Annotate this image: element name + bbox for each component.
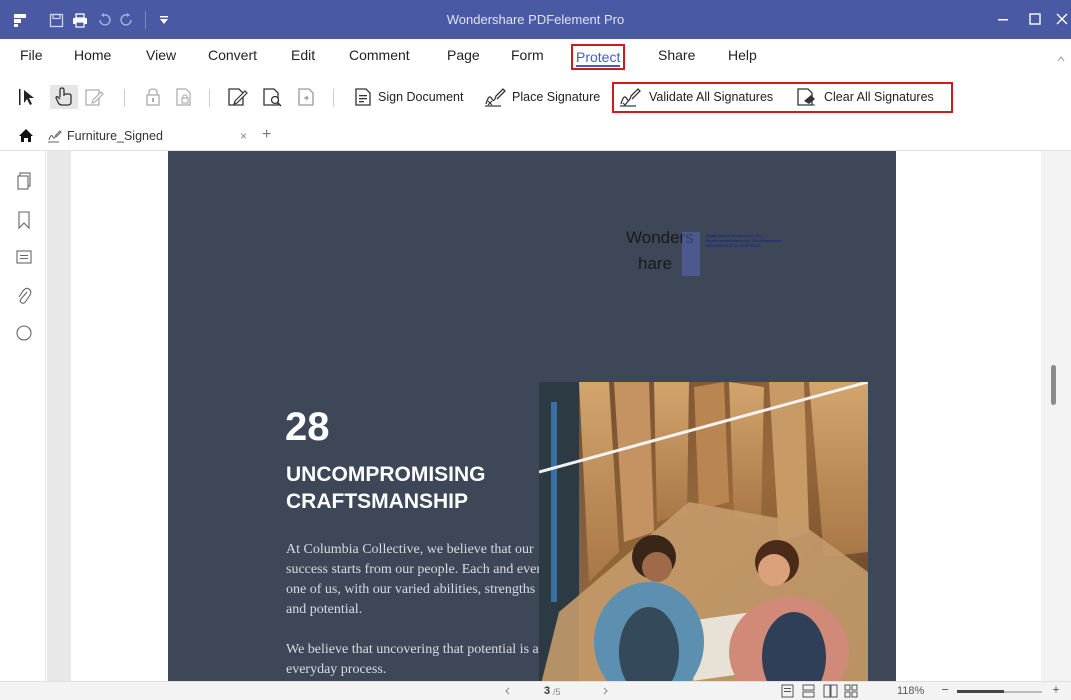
comments-panel-icon[interactable] bbox=[14, 248, 34, 268]
two-page-view-icon[interactable] bbox=[823, 684, 838, 700]
menu-protect[interactable]: Protect bbox=[571, 44, 626, 70]
menu-share[interactable]: Share bbox=[658, 47, 695, 63]
validate-signature-icon bbox=[620, 88, 641, 107]
document-tab-bar: Furniture_Signed × + bbox=[0, 121, 1071, 151]
toolbar-separator bbox=[209, 89, 210, 107]
close-window-icon[interactable] bbox=[1053, 8, 1071, 30]
pdfelement-window: Wondershare PDFelement Pro File Home Vie… bbox=[0, 0, 1071, 700]
pdf-page: Wonders hare Digital Signed Wondershare … bbox=[71, 151, 1042, 681]
sign-document-button[interactable]: Sign Document bbox=[353, 85, 463, 109]
attachment-icon[interactable] bbox=[14, 286, 34, 306]
menu-edit[interactable]: Edit bbox=[291, 47, 315, 63]
sign-document-icon bbox=[355, 88, 371, 106]
home-icon[interactable] bbox=[18, 128, 34, 148]
zoom-in-icon[interactable] bbox=[1052, 683, 1060, 698]
select-tool-icon[interactable] bbox=[18, 85, 40, 109]
collapse-ribbon-icon[interactable] bbox=[1057, 54, 1065, 65]
tab-close-icon[interactable]: × bbox=[240, 129, 247, 143]
document-viewer: Wonders hare Digital Signed Wondershare … bbox=[47, 151, 1071, 681]
search-panel-icon[interactable] bbox=[14, 323, 34, 343]
apply-redaction-icon[interactable] bbox=[297, 85, 319, 109]
sign-edit-icon[interactable] bbox=[227, 85, 249, 109]
zoom-out-icon[interactable] bbox=[941, 683, 949, 698]
place-signature-button[interactable]: Place Signature bbox=[483, 85, 600, 109]
toolbar-separator bbox=[333, 89, 334, 107]
validate-all-signatures-button[interactable]: Validate All Signatures bbox=[618, 85, 773, 109]
menu-convert[interactable]: Convert bbox=[208, 47, 257, 63]
new-tab-icon[interactable]: + bbox=[262, 126, 271, 144]
menu-home[interactable]: Home bbox=[74, 47, 111, 63]
single-page-view-icon[interactable] bbox=[781, 684, 794, 700]
signed-document-icon bbox=[48, 130, 62, 143]
signature-stamp-mark bbox=[682, 232, 700, 276]
search-redact-icon[interactable] bbox=[262, 85, 284, 109]
sign-document-label: Sign Document bbox=[378, 90, 464, 104]
total-pages: /5 bbox=[553, 687, 561, 697]
zoom-level[interactable]: 118% bbox=[897, 685, 924, 697]
current-page[interactable]: 3 bbox=[544, 685, 550, 697]
workshop-photo bbox=[539, 382, 868, 681]
prev-page-icon[interactable] bbox=[505, 687, 510, 697]
maximize-icon[interactable] bbox=[1023, 8, 1047, 30]
tab-label: Furniture_Signed bbox=[67, 129, 163, 143]
signature-name-line2: hare bbox=[638, 254, 673, 273]
clear-all-signatures-button[interactable]: Clear All Signatures bbox=[795, 85, 934, 109]
menu-view[interactable]: View bbox=[146, 47, 176, 63]
clear-signature-icon bbox=[797, 88, 815, 106]
edit-tool-icon[interactable] bbox=[84, 85, 104, 109]
paragraph-1: At Columbia Collective, we believe that … bbox=[286, 542, 549, 617]
bookmark-icon[interactable] bbox=[14, 210, 34, 230]
title-bar: Wondershare PDFelement Pro bbox=[0, 0, 1071, 39]
minimize-icon[interactable] bbox=[991, 8, 1015, 30]
menu-form[interactable]: Form bbox=[511, 47, 544, 63]
clear-all-signatures-label: Clear All Signatures bbox=[824, 90, 934, 104]
tab-furniture-signed[interactable]: Furniture_Signed bbox=[47, 121, 260, 151]
permission-icon[interactable] bbox=[174, 85, 194, 109]
menu-protect-label: Protect bbox=[576, 49, 621, 67]
menu-page[interactable]: Page bbox=[447, 47, 480, 63]
signature-details: Digital Signed Wondershare (PL) Email@wo… bbox=[706, 234, 783, 248]
menu-file[interactable]: File bbox=[20, 47, 43, 63]
zoom-slider-fill bbox=[957, 690, 1004, 693]
scrollbar-thumb[interactable] bbox=[1051, 365, 1056, 405]
place-signature-icon bbox=[485, 88, 506, 107]
status-bar: 3 /5 118% bbox=[0, 681, 1071, 700]
left-sidebar bbox=[0, 151, 53, 700]
hand-tool-icon[interactable] bbox=[50, 85, 78, 109]
window-title: Wondershare PDFelement Pro bbox=[446, 12, 625, 27]
toolbar-separator bbox=[124, 89, 125, 107]
menu-bar: File Home View Convert Edit Comment Page… bbox=[0, 39, 1071, 73]
page-number-heading: 28 bbox=[285, 405, 330, 449]
password-icon[interactable] bbox=[143, 85, 163, 109]
place-signature-label: Place Signature bbox=[512, 90, 601, 104]
menu-comment[interactable]: Comment bbox=[349, 47, 410, 63]
protect-toolbar: Sign Document Place Signature Validate A… bbox=[0, 73, 1071, 121]
thumbnails-icon[interactable] bbox=[14, 171, 34, 191]
next-page-icon[interactable] bbox=[603, 687, 608, 697]
validate-all-signatures-label: Validate All Signatures bbox=[649, 90, 774, 104]
continuous-view-icon[interactable] bbox=[802, 684, 815, 700]
grid-view-icon[interactable] bbox=[844, 684, 858, 700]
zoom-slider[interactable] bbox=[957, 690, 1042, 693]
paragraph-2: We believe that uncovering that potentia… bbox=[286, 642, 546, 677]
vertical-scrollbar[interactable] bbox=[1041, 151, 1071, 681]
signature-field[interactable]: Wonders hare Digital Signed Wondershare … bbox=[626, 228, 806, 288]
menu-help[interactable]: Help bbox=[728, 47, 757, 63]
